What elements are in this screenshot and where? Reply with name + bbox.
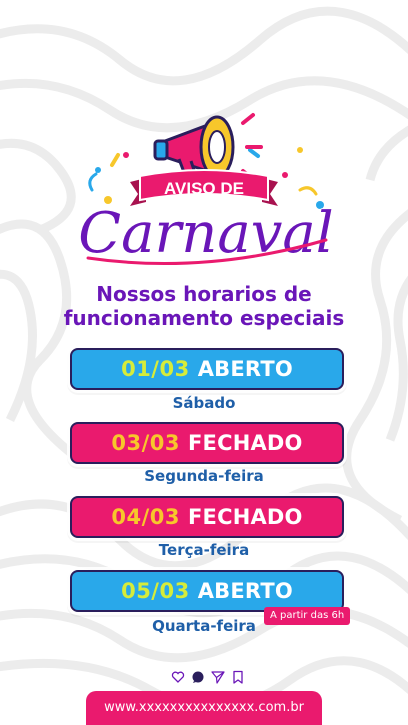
carnaval-title: Carnaval [78, 201, 333, 266]
confetti-swirl [248, 148, 260, 158]
opening-time-note: A partir das 6h [264, 607, 351, 625]
schedule-day: Segunda-feira [144, 467, 264, 485]
heart-icon[interactable] [171, 669, 185, 683]
schedule-date: 05/03 [121, 579, 190, 603]
schedule-pill-open: 01/03 ABERTO [70, 348, 344, 390]
schedule-pill-closed: 03/03 FECHADO [70, 422, 344, 464]
schedule-status: ABERTO [197, 357, 293, 381]
website-url[interactable]: www.xxxxxxxxxxxxxxx.com.br [104, 700, 304, 715]
social-icons [171, 669, 245, 684]
carnaval-logo: AVISO DE Carnaval [78, 113, 334, 267]
bookmark-icon[interactable] [231, 669, 245, 684]
schedule-date: 04/03 [111, 505, 180, 529]
schedule-day: Sábado [172, 394, 236, 412]
confetti-dot [123, 152, 129, 158]
schedule-pill-open: 05/03 ABERTO [70, 570, 344, 612]
aviso-text: AVISO DE [164, 179, 244, 198]
schedule-date: 03/03 [111, 431, 180, 455]
schedule-day: Terça-feira [158, 541, 250, 559]
schedule-date: 01/03 [121, 357, 190, 381]
schedule-pill-closed: 04/03 FECHADO [70, 496, 344, 538]
confetti-swirl [88, 172, 98, 192]
headline: Nossos horarios de funcionamento especia… [0, 282, 408, 330]
schedule-status: FECHADO [188, 431, 303, 455]
headline-line-2: funcionamento especiais [63, 306, 345, 330]
schedule-status: ABERTO [197, 579, 293, 603]
website-footer[interactable]: www.xxxxxxxxxxxxxxx.com.br [86, 691, 322, 725]
comment-icon[interactable] [191, 669, 205, 683]
confetti-dot [282, 172, 288, 178]
headline-line-1: Nossos horarios de [96, 282, 312, 306]
confetti-dot [95, 167, 101, 173]
confetti-dot [297, 147, 303, 153]
confetti-swirl [298, 186, 318, 196]
send-icon[interactable] [211, 669, 225, 684]
confetti-swirl [110, 153, 120, 167]
schedule-status: FECHADO [188, 505, 303, 529]
